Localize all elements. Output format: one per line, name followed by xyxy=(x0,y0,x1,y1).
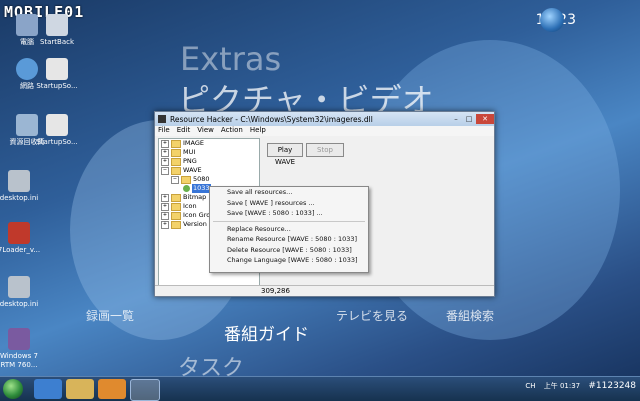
ctx-save-this-resource[interactable]: Save [WAVE : 5080 : 1033] ... xyxy=(210,208,368,219)
expand-icon[interactable]: + xyxy=(161,157,169,166)
ctx-save-all-resources[interactable]: Save all resources... xyxy=(210,187,368,198)
folder-icon xyxy=(171,139,181,148)
tree-label: PNG xyxy=(183,157,197,165)
folder-open-icon xyxy=(171,166,181,175)
ctx-save-wave-resources[interactable]: Save [ WAVE ] resources ... xyxy=(210,198,368,209)
window-titlebar[interactable]: Resource Hacker - C:\Windows\System32\im… xyxy=(155,112,494,126)
desktop-icon-startupsound-1[interactable]: StartupSo... xyxy=(30,58,84,91)
folder-open-icon xyxy=(181,175,191,184)
collapse-icon[interactable]: − xyxy=(171,175,179,184)
menu-file[interactable]: File xyxy=(158,126,170,136)
expand-icon[interactable]: + xyxy=(161,202,169,211)
ini-file-icon xyxy=(8,276,30,298)
start-button-icon[interactable] xyxy=(3,379,23,399)
tree-item-image[interactable]: + IMAGE xyxy=(159,139,259,148)
ctx-rename-resource[interactable]: Rename Resource [WAVE : 5080 : 1033] xyxy=(210,234,368,245)
window-title: Resource Hacker - C:\Windows\System32\im… xyxy=(170,114,373,124)
desktop-icon-label: StartupSo... xyxy=(36,138,78,146)
wav-file-icon xyxy=(46,58,68,80)
ctx-replace-resource[interactable]: Replace Resource... xyxy=(210,224,368,235)
tree-label: 5080 xyxy=(193,175,210,183)
explorer-folder-icon[interactable] xyxy=(66,379,94,399)
resource-hacker-taskbar-icon[interactable] xyxy=(130,379,160,401)
ini-file-icon xyxy=(8,170,30,192)
resource-hacker-icon xyxy=(158,115,166,123)
media-player-icon[interactable] xyxy=(98,379,126,399)
menu-bar: File Edit View Action Help xyxy=(155,126,494,136)
expand-icon[interactable]: + xyxy=(161,139,169,148)
collapse-icon[interactable]: − xyxy=(161,166,169,175)
folder-icon xyxy=(171,157,181,166)
play-wave-button[interactable]: Play WAVE xyxy=(267,143,303,166)
archive-icon xyxy=(8,328,30,350)
internet-explorer-icon[interactable] xyxy=(34,379,62,399)
folder-icon xyxy=(171,148,181,157)
language-indicator[interactable]: CH xyxy=(525,382,535,390)
tree-item-wave[interactable]: − WAVE xyxy=(159,166,259,175)
tree-label: IMAGE xyxy=(183,139,205,147)
desktop-icon-label: StartupSo... xyxy=(36,82,78,90)
menu-action[interactable]: Action xyxy=(221,126,243,136)
desktop-icon-windows7-rtm[interactable]: Windows 7 RTM 760... xyxy=(0,328,46,370)
tree-item-5080[interactable]: − 5080 xyxy=(159,175,259,184)
menu-separator xyxy=(213,220,365,222)
menu-help[interactable]: Help xyxy=(250,126,266,136)
desktop-icon-label: desktop.ini xyxy=(0,194,39,202)
wallpaper-extras: Extras xyxy=(180,40,282,78)
loader-app-icon xyxy=(8,222,30,244)
desktop-icon-desktop-ini-1[interactable]: desktop.ini xyxy=(0,170,46,203)
tree-item-png[interactable]: + PNG xyxy=(159,157,259,166)
ctx-delete-resource[interactable]: Delete Resource [WAVE : 5080 : 1033] xyxy=(210,245,368,256)
copyright-tag: #1123248 xyxy=(588,381,636,391)
tree-label: MUI xyxy=(183,148,196,156)
maximize-button[interactable]: □ xyxy=(463,114,475,124)
close-button[interactable]: ✕ xyxy=(476,114,494,124)
desktop-icon-label: StartBack xyxy=(39,38,75,46)
context-menu: Save all resources... Save [ WAVE ] reso… xyxy=(209,186,369,273)
desktop-icon-7loader[interactable]: 7Loader_v... xyxy=(0,222,46,255)
expand-icon[interactable]: + xyxy=(161,193,169,202)
desktop-icon-desktop-ini-2[interactable]: desktop.ini xyxy=(0,276,46,309)
ctx-change-language[interactable]: Change Language [WAVE : 5080 : 1033] xyxy=(210,255,368,266)
menu-view[interactable]: View xyxy=(197,126,214,136)
expand-icon[interactable]: + xyxy=(161,148,169,157)
desktop-icon-startback[interactable]: StartBack xyxy=(30,14,84,47)
media-center-orb-icon[interactable] xyxy=(540,8,564,32)
desktop-icon-label: 7Loader_v... xyxy=(0,246,41,254)
folder-icon xyxy=(171,193,181,202)
tree-label: Icon xyxy=(183,202,197,210)
folder-icon xyxy=(171,211,181,220)
wallpaper-recorded-list: 録画一覧 xyxy=(86,309,135,323)
system-tray: CH 上午 01:37 #1123248 xyxy=(525,381,636,391)
tree-label: Bitmap xyxy=(183,193,207,201)
file-icon xyxy=(46,14,68,36)
tray-clock[interactable]: 上午 01:37 xyxy=(544,382,580,390)
wallpaper-tv-guide: 番組ガイド xyxy=(224,325,309,345)
tree-label-selected: 1033 xyxy=(192,184,211,193)
folder-icon xyxy=(171,220,181,229)
wallpaper-program-search: 番組検索 xyxy=(446,309,495,323)
folder-icon xyxy=(171,202,181,211)
minimize-button[interactable]: – xyxy=(450,114,462,124)
wav-file-icon xyxy=(46,114,68,136)
status-bar: 309,286 xyxy=(155,285,494,296)
desktop-icon-label: Windows 7 RTM 760... xyxy=(0,352,38,369)
desktop-icon-startupsound-2[interactable]: StartupSo... xyxy=(30,114,84,147)
resource-leaf-icon xyxy=(183,185,190,192)
expand-icon[interactable]: + xyxy=(161,211,169,220)
desktop-icon-label: desktop.ini xyxy=(0,300,39,308)
taskbar: CH 上午 01:37 #1123248 xyxy=(0,376,640,401)
tree-label: WAVE xyxy=(183,166,202,174)
wallpaper-watch-tv: テレビを見る xyxy=(336,309,409,323)
menu-edit[interactable]: Edit xyxy=(177,126,191,136)
tree-item-mui[interactable]: + MUI xyxy=(159,148,259,157)
status-size-value: 309,286 xyxy=(261,287,290,295)
expand-icon[interactable]: + xyxy=(161,220,169,229)
stop-button[interactable]: Stop xyxy=(306,143,344,157)
